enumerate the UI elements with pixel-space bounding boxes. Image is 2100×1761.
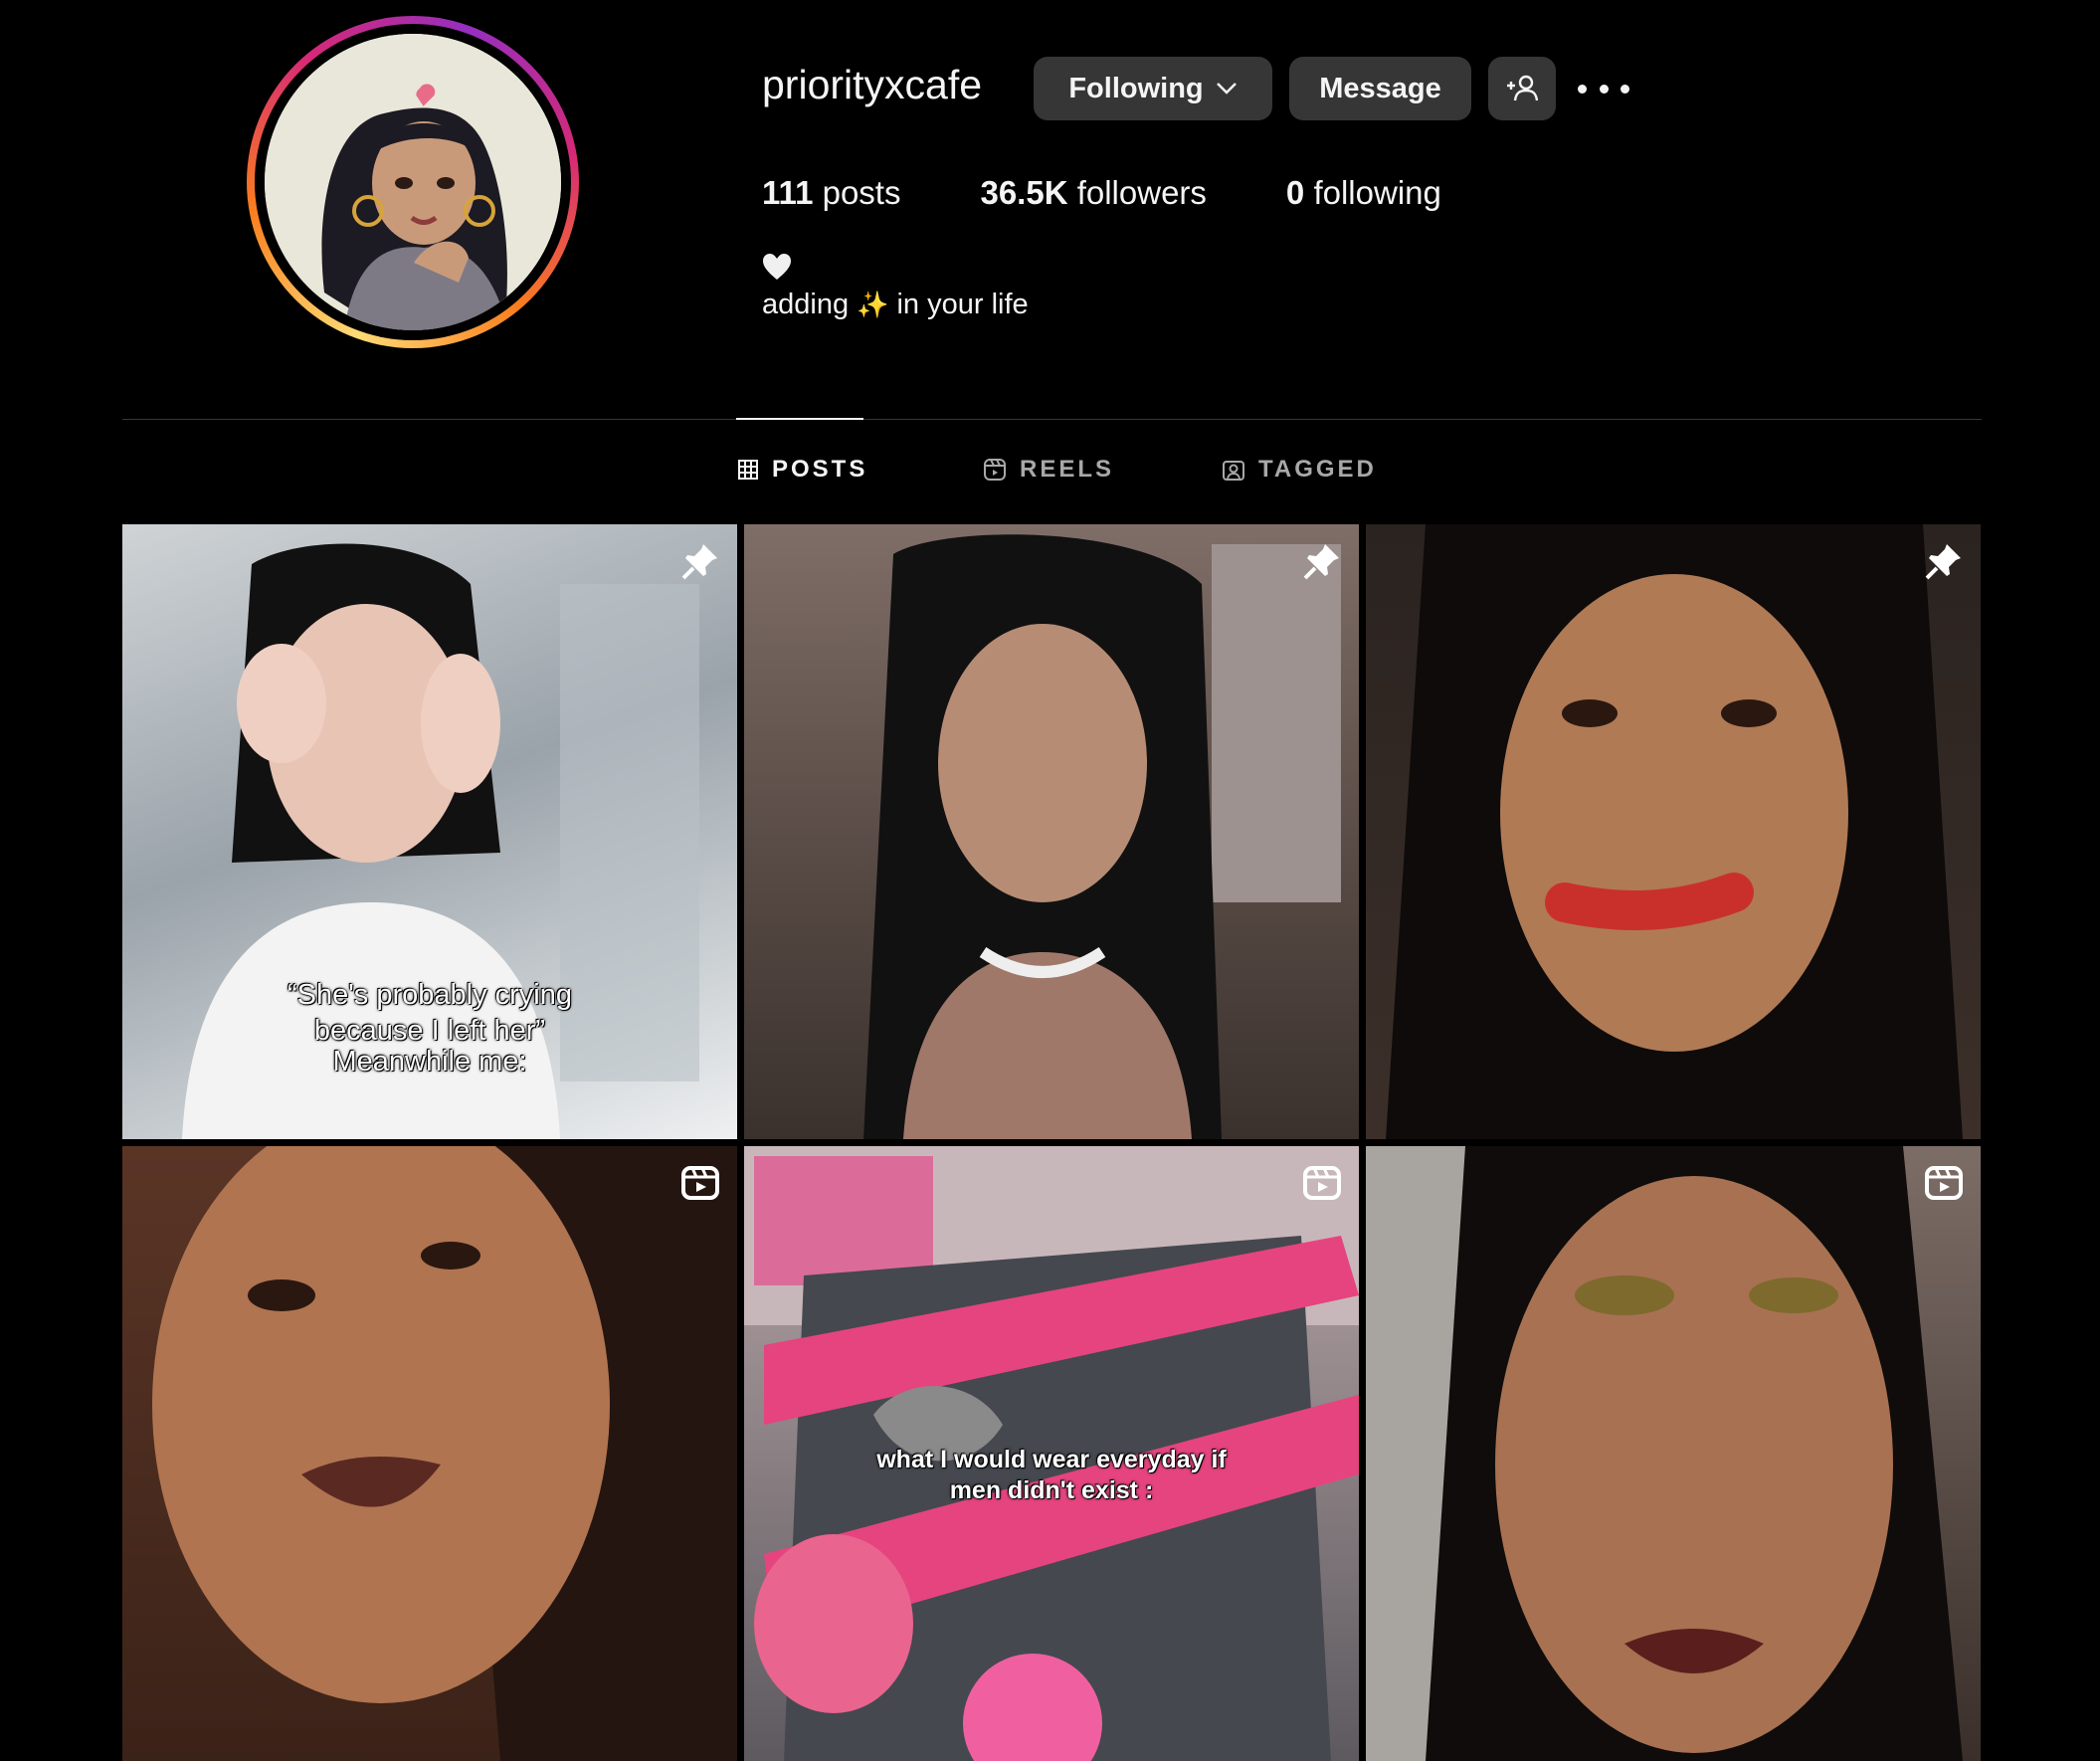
post-tile-2[interactable] <box>744 524 1359 1139</box>
dot <box>1621 84 1629 94</box>
posts-count: 111 <box>762 174 814 211</box>
bio-text-start: adding <box>762 289 850 320</box>
followers-count-stat[interactable]: 36.5K followers <box>980 174 1206 212</box>
post-thumbnail-3 <box>1386 524 1963 1139</box>
following-button-label: Following <box>1068 72 1204 104</box>
tab-posts[interactable]: POSTS <box>738 456 867 484</box>
tab-reels[interactable]: REELS <box>984 456 1114 484</box>
post-5-caption-line-1: what I would wear everyday if <box>876 1446 1227 1473</box>
avatar-illustration <box>265 34 561 330</box>
avatar <box>265 34 561 330</box>
post-5-caption-line-2: men didn't exist : <box>949 1476 1154 1505</box>
post-tile-3[interactable] <box>1366 524 1981 1139</box>
pin-icon <box>1303 544 1339 580</box>
reel-icon <box>681 1166 719 1200</box>
reel-icon <box>1925 1166 1963 1200</box>
post-tile-1[interactable]: “She's probably crying because I left he… <box>122 524 737 1139</box>
posts-label: posts <box>822 174 901 211</box>
pin-icon <box>1925 544 1961 580</box>
profile-avatar-ring[interactable] <box>247 16 579 348</box>
profile-bio: adding ✨ in your life <box>762 289 1029 321</box>
following-button[interactable]: Following <box>1034 57 1272 120</box>
post-tile-5[interactable]: what I would wear everyday if men didn't… <box>744 1146 1359 1761</box>
grid-icon <box>738 460 758 480</box>
reels-icon <box>984 459 1006 481</box>
followers-label: followers <box>1076 174 1207 211</box>
post-1-caption-line-1: “She's probably crying <box>286 979 572 1011</box>
profile-username: priorityxcafe <box>762 62 983 107</box>
post-5-caption: what I would wear everyday if men didn't… <box>744 1445 1359 1507</box>
avatar-border <box>255 24 571 340</box>
tab-tagged[interactable]: TAGGED <box>1223 456 1377 484</box>
tab-posts-label: POSTS <box>772 456 868 483</box>
post-1-caption-line-3: Meanwhile me: <box>332 1046 527 1077</box>
following-count: 0 <box>1285 174 1305 211</box>
tagged-icon <box>1223 461 1244 481</box>
dot <box>1578 84 1587 94</box>
chevron-down-icon <box>1216 83 1237 95</box>
post-1-caption-bottom: Meanwhile me: <box>122 1044 737 1079</box>
reel-icon <box>1303 1166 1341 1200</box>
tab-reels-label: REELS <box>1020 456 1115 483</box>
sparkles-icon: ✨ <box>857 290 889 319</box>
profile-stats: 111 posts 36.5K followers 0 following <box>762 174 1521 212</box>
bio-text-end: in your life <box>896 289 1029 320</box>
heart-icon <box>763 254 791 280</box>
more-options-icon[interactable] <box>1578 72 1629 105</box>
dot <box>1599 84 1609 94</box>
post-thumbnail-4 <box>152 1146 737 1761</box>
message-button-label: Message <box>1319 72 1441 104</box>
active-tab-indicator <box>736 418 863 420</box>
post-1-caption-top: “She's probably crying because I left he… <box>122 977 737 1050</box>
message-button[interactable]: Message <box>1289 57 1471 120</box>
pin-icon <box>681 544 717 580</box>
posts-count-stat: 111 posts <box>762 174 900 212</box>
following-count-stat[interactable]: 0 following <box>1286 174 1441 212</box>
add-user-icon <box>1507 75 1538 101</box>
tabs-divider <box>122 419 1982 420</box>
suggested-users-button[interactable] <box>1488 57 1556 120</box>
post-thumbnail-6 <box>1366 1146 1963 1761</box>
post-tile-4[interactable] <box>122 1146 737 1761</box>
following-label: following <box>1313 174 1441 211</box>
followers-count: 36.5K <box>980 174 1068 211</box>
post-thumbnail-2 <box>863 534 1341 1139</box>
post-tile-6[interactable] <box>1366 1146 1981 1761</box>
tab-tagged-label: TAGGED <box>1258 456 1377 483</box>
